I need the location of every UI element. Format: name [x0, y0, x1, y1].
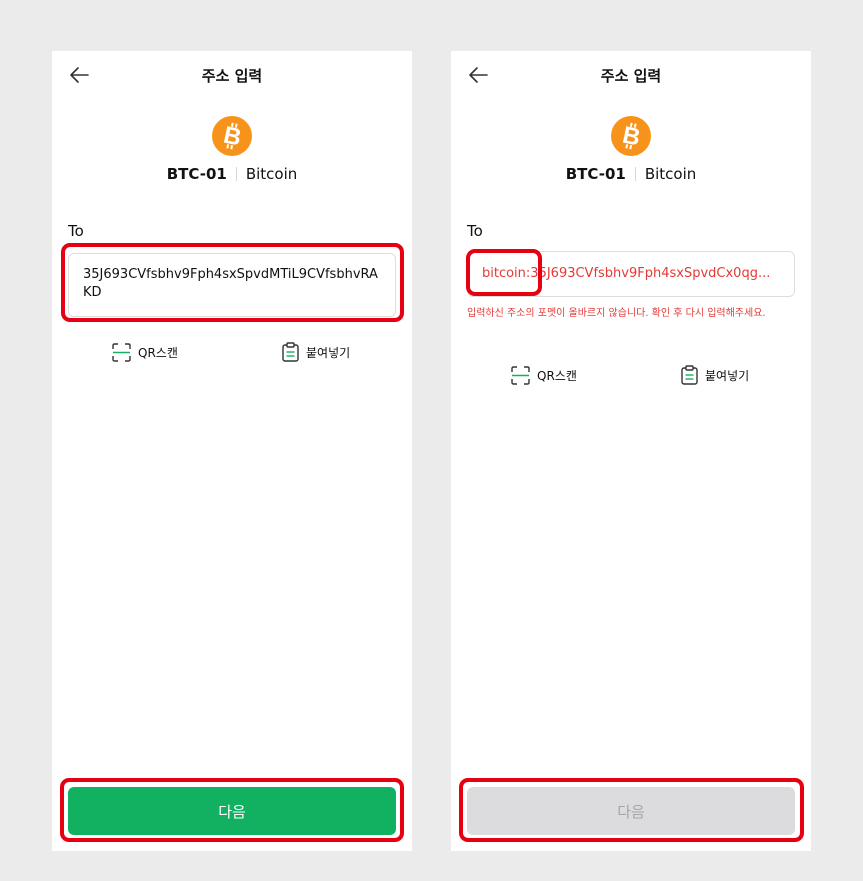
- coin-name: Bitcoin: [245, 165, 298, 183]
- paste-button[interactable]: 붙여넣기: [681, 364, 749, 386]
- to-label: To: [467, 222, 483, 240]
- paste-label: 붙여넣기: [705, 368, 750, 383]
- qr-scan-label: QR스캔: [138, 345, 178, 360]
- paste-label: 붙여넣기: [306, 345, 351, 360]
- address-input[interactable]: bitcoin:35J693CVfsbhv9Fph4sxSpvdCx0qg...: [467, 251, 795, 297]
- screen-address-input-error: 주소 입력 B BTC-01 Bitcoin To bitcoin:35J693C…: [451, 51, 811, 851]
- header: 주소 입력: [52, 51, 412, 99]
- coin-code: BTC-01: [565, 165, 626, 183]
- coin-divider: [235, 167, 237, 181]
- clipboard-icon: [681, 365, 698, 385]
- qr-scan-label: QR스캔: [537, 368, 577, 383]
- paste-button[interactable]: 붙여넣기: [282, 341, 350, 363]
- input-actions: QR스캔 붙여넣기: [52, 341, 412, 363]
- next-button[interactable]: 다음: [68, 787, 396, 835]
- bitcoin-logo-icon: B: [611, 116, 651, 156]
- page-title: 주소 입력: [600, 67, 662, 85]
- next-button-disabled[interactable]: 다음: [467, 787, 795, 835]
- qr-scan-icon: [511, 365, 530, 385]
- input-actions: QR스캔 붙여넣기: [451, 364, 811, 386]
- clipboard-icon: [282, 342, 299, 362]
- address-format-error: 입력하신 주소의 포멧이 올바르지 않습니다. 확인 후 다시 입력해주세요.: [467, 308, 766, 319]
- to-label: To: [68, 222, 84, 240]
- address-input[interactable]: 35J693CVfsbhv9Fph4sxSpvdMTiL9CVfsbhvRAKD: [68, 253, 396, 317]
- page-title: 주소 입력: [201, 67, 263, 85]
- coin-info: BTC-01 Bitcoin: [451, 165, 811, 183]
- coin-name: Bitcoin: [644, 165, 697, 183]
- next-button-label: 다음: [617, 802, 645, 821]
- coin-code: BTC-01: [166, 165, 227, 183]
- address-value: 35J693CVfsbhv9Fph4sxSpvdMTiL9CVfsbhvRAKD: [83, 267, 378, 300]
- address-value: bitcoin:35J693CVfsbhv9Fph4sxSpvdCx0qg...: [482, 266, 771, 281]
- qr-scan-button[interactable]: QR스캔: [511, 364, 577, 386]
- qr-scan-button[interactable]: QR스캔: [112, 341, 178, 363]
- coin-info: BTC-01 Bitcoin: [52, 165, 412, 183]
- screen-address-input-valid: 주소 입력 B BTC-01 Bitcoin To 35J693CVfsbhv9F…: [52, 51, 412, 851]
- next-button-label: 다음: [218, 802, 246, 821]
- header: 주소 입력: [451, 51, 811, 99]
- bitcoin-logo-icon: B: [212, 116, 252, 156]
- coin-divider: [634, 167, 636, 181]
- qr-scan-icon: [112, 342, 131, 362]
